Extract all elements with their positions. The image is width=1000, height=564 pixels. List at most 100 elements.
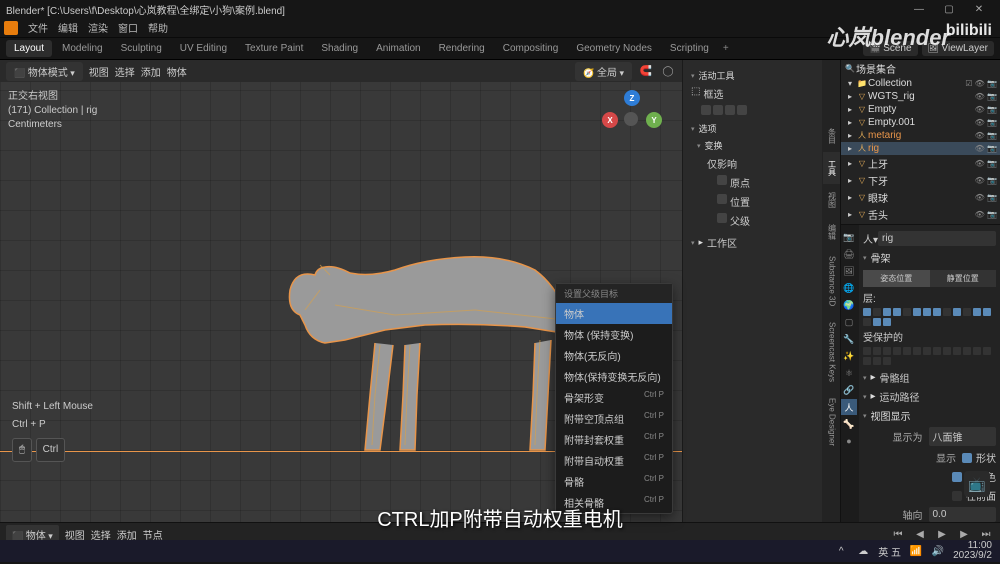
outliner-item-下牙[interactable]: ▸▽下牙👁 📷 [841, 172, 1000, 189]
outliner-item-metarig[interactable]: ▸人metarig👁 📷 [841, 129, 1000, 142]
vtab-eye[interactable]: Eye Designer [824, 390, 839, 454]
tb-date[interactable]: 2023/9/2 [953, 551, 992, 561]
tab-add[interactable]: + [719, 43, 733, 54]
tab-rendering[interactable]: Rendering [431, 40, 493, 57]
tab-comp[interactable]: Compositing [495, 40, 567, 57]
axis-center[interactable] [624, 112, 638, 126]
axis-z[interactable]: Z [624, 90, 640, 106]
rest-tab[interactable]: 静置位置 [930, 270, 997, 287]
box-icon[interactable] [701, 105, 711, 115]
pose-tab[interactable]: 姿态位置 [863, 270, 930, 287]
sec-vpdisp[interactable]: 视图显示 [863, 406, 996, 425]
sec-bonegrp[interactable]: ▸ 骨骼组 [863, 368, 996, 387]
cb-front[interactable] [952, 491, 962, 501]
outliner-item-rig[interactable]: ▸人rig👁 📷 [841, 142, 1000, 155]
tab-modeling[interactable]: Modeling [54, 40, 111, 57]
menu-edit[interactable]: 编辑 [58, 20, 78, 35]
hdr-add[interactable]: 添加 [141, 64, 161, 79]
pt-mod[interactable]: 🔧 [841, 331, 857, 347]
menu-file[interactable]: 文件 [28, 20, 48, 35]
nav-gizmo[interactable]: Z X Y [602, 90, 662, 150]
close-button[interactable]: ✕ [964, 4, 994, 15]
snap-icon[interactable]: 🧲 [638, 63, 654, 79]
pt-bone[interactable]: 🦴 [841, 416, 857, 432]
menu-window[interactable]: 窗口 [118, 20, 138, 35]
ctx-auto-weights[interactable]: 附带自动权重Ctrl P [556, 450, 672, 471]
sec-motion[interactable]: ▸ 运动路径 [863, 387, 996, 406]
outliner-item-WGTS_rig[interactable]: ▸▽WGTS_rig👁 📷 [841, 90, 1000, 103]
tab-sculpting[interactable]: Sculpting [113, 40, 170, 57]
global-dd[interactable]: 🧭 全局 ▾ [575, 62, 632, 81]
pt-obj[interactable]: ▢ [841, 314, 857, 330]
vtab-screencast[interactable]: Screencast Keys [824, 314, 839, 390]
tab-texpaint[interactable]: Texture Paint [237, 40, 311, 57]
bilibili-tv-icon[interactable]: 📺 [964, 471, 990, 497]
outliner-item-上牙[interactable]: ▸▽上牙👁 📷 [841, 155, 1000, 172]
outliner-search[interactable]: 🔍场景集合 [841, 60, 1000, 77]
protected-layers[interactable] [863, 347, 996, 365]
tb-wifi-icon[interactable]: 📶 [909, 544, 923, 558]
outliner-root[interactable]: ▾📁Collection☑ 👁 📷 [841, 77, 1000, 90]
tab-shading[interactable]: Shading [313, 40, 366, 57]
vtab-edit[interactable]: 编辑 [823, 216, 840, 248]
outliner-item-Empty.001[interactable]: ▸▽Empty.001👁 📷 [841, 116, 1000, 129]
hdr-select[interactable]: 选择 [115, 64, 135, 79]
tab-script[interactable]: Scripting [662, 40, 717, 57]
mode-dd[interactable]: ⬛ 物体模式 ▾ [6, 62, 83, 81]
menu-render[interactable]: 渲染 [88, 20, 108, 35]
npanel-tool[interactable]: 活动工具 [687, 67, 818, 84]
pt-scene[interactable]: 🌐 [841, 280, 857, 296]
viewport-3d[interactable]: ⬛ 物体模式 ▾ 视图 选择 添加 物体 🧭 全局 ▾ 🧲 ◯ 正交右视图 (1… [0, 60, 682, 522]
npanel-options[interactable]: 选项 [687, 120, 818, 137]
tb-up-icon[interactable]: ^ [834, 544, 848, 558]
proportional-icon[interactable]: ◯ [660, 63, 676, 79]
tab-layout[interactable]: Layout [6, 40, 52, 57]
pt-render[interactable]: 📷 [841, 229, 857, 245]
menu-help[interactable]: 帮助 [148, 20, 168, 35]
sec-skel[interactable]: 骨架 [863, 248, 996, 267]
cb-groupcol[interactable] [952, 472, 962, 482]
outliner-item-眼球[interactable]: ▸▽眼球👁 📷 [841, 189, 1000, 206]
pt-world[interactable]: 🌍 [841, 297, 857, 313]
outliner-item-舌头[interactable]: ▸▽舌头👁 📷 [841, 206, 1000, 223]
display-as[interactable]: 八面锥 [929, 427, 997, 446]
pt-fx[interactable]: ✨ [841, 348, 857, 364]
axis-y[interactable]: Y [646, 112, 662, 128]
ctx-object-keep[interactable]: 物体 (保持变换) [556, 324, 672, 345]
pt-phys[interactable]: ⚛ [841, 365, 857, 381]
hdr-object[interactable]: 物体 [167, 64, 187, 79]
ctx-empty-groups[interactable]: 附带空顶点组Ctrl P [556, 408, 672, 429]
ctx-object-keep-noinv[interactable]: 物体(保持变换无反向) [556, 366, 672, 387]
axis-val[interactable]: 0.0 [929, 507, 997, 522]
pt-mat[interactable]: ● [841, 433, 857, 449]
pt-constraint[interactable]: 🔗 [841, 382, 857, 398]
cb-shape[interactable] [962, 453, 972, 463]
ctx-envelope[interactable]: 附带封套权重Ctrl P [556, 429, 672, 450]
vtab-tool[interactable]: 工具 [823, 152, 840, 184]
ctx-bone[interactable]: 骨骼Ctrl P [556, 471, 672, 492]
pt-view[interactable]: 🖼 [841, 263, 857, 279]
npanel-workspace[interactable]: ▸ 工作区 [687, 233, 818, 252]
vtab-sub3d[interactable]: Substance 3D [824, 248, 839, 314]
tb-sound-icon[interactable]: 🔊 [931, 544, 945, 558]
ctx-object-noinv[interactable]: 物体(无反向) [556, 345, 672, 366]
ctx-object[interactable]: 物体 [556, 303, 672, 324]
min-button[interactable]: — [904, 4, 934, 15]
tab-geo[interactable]: Geometry Nodes [568, 40, 660, 57]
tb-onedrive-icon[interactable]: ☁ [856, 544, 870, 558]
axis-x[interactable]: X [602, 112, 618, 128]
pt-armature[interactable]: 人 [841, 399, 857, 415]
bili-logo: bilibili [946, 22, 992, 40]
ctx-armature[interactable]: 骨架形变Ctrl P [556, 387, 672, 408]
pt-output[interactable]: 🖨 [841, 246, 857, 262]
tab-uv[interactable]: UV Editing [172, 40, 235, 57]
hdr-view[interactable]: 视图 [89, 64, 109, 79]
obj-name[interactable]: rig [878, 231, 996, 246]
tb-ime[interactable]: 英 五 [878, 544, 901, 559]
tab-anim[interactable]: Animation [368, 40, 428, 57]
outliner-item-Empty[interactable]: ▸▽Empty👁 📷 [841, 103, 1000, 116]
vtab-view[interactable]: 视图 [823, 184, 840, 216]
bone-layers[interactable] [863, 308, 996, 326]
vtab-item[interactable]: 条目 [823, 120, 840, 152]
max-button[interactable]: ▢ [934, 4, 964, 15]
